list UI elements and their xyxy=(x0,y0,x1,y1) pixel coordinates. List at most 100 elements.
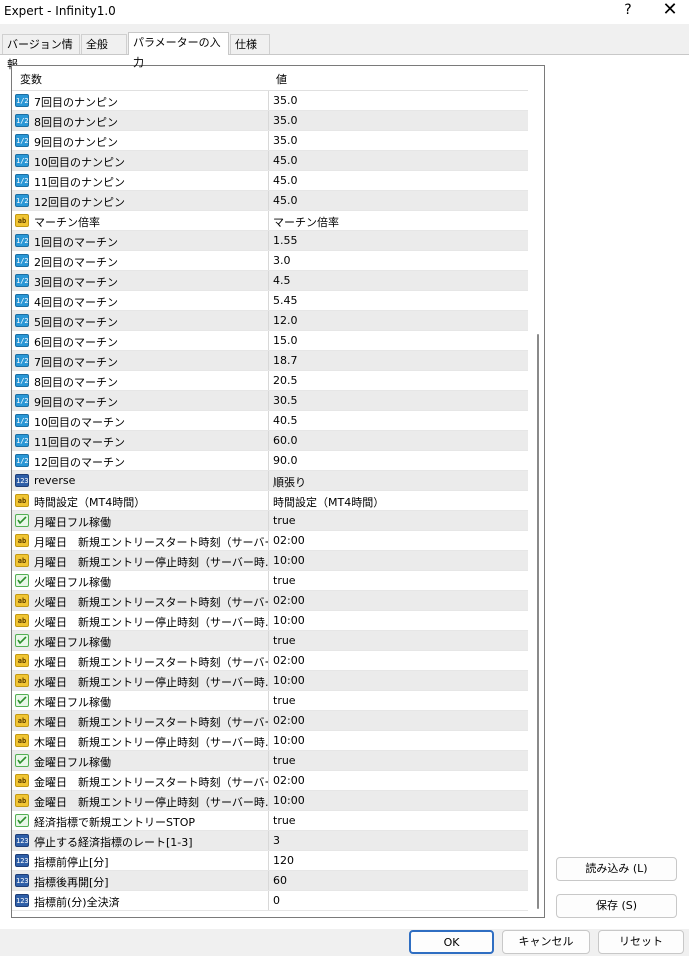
help-button[interactable]: ? xyxy=(618,1,638,21)
parameter-value[interactable]: 35.0 xyxy=(273,94,298,107)
parameter-row[interactable]: ab 金曜日 新規エントリースタート時刻（サーバー… 02:00 xyxy=(12,771,528,791)
tab-specification[interactable]: 仕様 xyxy=(230,34,270,54)
parameter-row[interactable]: 123 指標前停止[分] 120 xyxy=(12,851,528,871)
parameter-value[interactable]: 30.5 xyxy=(273,394,298,407)
parameter-row[interactable]: ab 火曜日 新規エントリースタート時刻（サーバー… 02:00 xyxy=(12,591,528,611)
tab-input-parameters[interactable]: パラメーターの入力 xyxy=(128,32,229,69)
parameter-row[interactable]: 1/2 9回目のナンピン 35.0 xyxy=(12,131,528,151)
parameter-row[interactable]: ab 水曜日 新規エントリー停止時刻（サーバー時… 10:00 xyxy=(12,671,528,691)
close-button[interactable]: ✕ xyxy=(658,1,682,21)
parameter-row[interactable]: ab 木曜日 新規エントリー停止時刻（サーバー時… 10:00 xyxy=(12,731,528,751)
parameter-value[interactable]: true xyxy=(273,814,296,827)
parameter-value[interactable]: true xyxy=(273,514,296,527)
parameter-value[interactable]: 20.5 xyxy=(273,374,298,387)
parameter-value[interactable]: 1.55 xyxy=(273,234,298,247)
parameter-value[interactable]: 10:00 xyxy=(273,554,305,567)
parameter-value[interactable]: 40.5 xyxy=(273,414,298,427)
parameter-value[interactable]: 3 xyxy=(273,834,280,847)
parameter-row[interactable]: 1/2 8回目のマーチン 20.5 xyxy=(12,371,528,391)
parameter-value[interactable]: 45.0 xyxy=(273,154,298,167)
parameter-value[interactable]: 02:00 xyxy=(273,774,305,787)
save-button[interactable]: 保存 (S) xyxy=(556,894,677,918)
parameter-value[interactable]: 時間設定（MT4時間） xyxy=(273,494,384,510)
parameter-value[interactable]: 10:00 xyxy=(273,614,305,627)
parameter-row[interactable]: ab 木曜日 新規エントリースタート時刻（サーバー… 02:00 xyxy=(12,711,528,731)
tab-version-info[interactable]: バージョン情報 xyxy=(2,34,80,71)
parameter-row[interactable]: 1/2 6回目のマーチン 15.0 xyxy=(12,331,528,351)
parameter-value[interactable]: 3.0 xyxy=(273,254,291,267)
parameter-row[interactable]: ab マーチン倍率 マーチン倍率 xyxy=(12,211,528,231)
parameter-row[interactable]: 123 停止する経済指標のレート[1-3] 3 xyxy=(12,831,528,851)
parameter-value[interactable]: マーチン倍率 xyxy=(273,214,339,230)
parameter-value[interactable]: 120 xyxy=(273,854,294,867)
parameter-value[interactable]: 4.5 xyxy=(273,274,291,287)
parameter-row[interactable]: 1/2 5回目のマーチン 12.0 xyxy=(12,311,528,331)
parameter-value[interactable]: 45.0 xyxy=(273,174,298,187)
parameter-value[interactable]: true xyxy=(273,574,296,587)
parameter-name-cell: 1/2 10回目のナンピン xyxy=(12,151,269,170)
parameter-row[interactable]: 1/2 12回目のマーチン 90.0 xyxy=(12,451,528,471)
parameter-row[interactable]: 水曜日フル稼働 true xyxy=(12,631,528,651)
parameter-row[interactable]: 1/2 11回目のマーチン 60.0 xyxy=(12,431,528,451)
parameter-row[interactable]: ab 金曜日 新規エントリー停止時刻（サーバー時… 10:00 xyxy=(12,791,528,811)
parameter-row[interactable]: 木曜日フル稼働 true xyxy=(12,691,528,711)
parameter-row[interactable]: 1/2 2回目のマーチン 3.0 xyxy=(12,251,528,271)
tab-general[interactable]: 全般 xyxy=(81,34,127,54)
parameter-value[interactable]: 10:00 xyxy=(273,794,305,807)
parameter-row[interactable]: ab 火曜日 新規エントリー停止時刻（サーバー時… 10:00 xyxy=(12,611,528,631)
parameter-row[interactable]: 1/2 8回目のナンピン 35.0 xyxy=(12,111,528,131)
header-value[interactable]: 値 xyxy=(276,71,287,87)
parameter-value[interactable]: 02:00 xyxy=(273,534,305,547)
parameter-row[interactable]: 123 指標前(分)全決済 0 xyxy=(12,891,528,911)
parameter-row[interactable]: 1/2 7回目のナンピン 35.0 xyxy=(12,91,528,111)
header-variable[interactable]: 変数 xyxy=(20,71,42,87)
parameter-value[interactable]: 18.7 xyxy=(273,354,298,367)
cancel-button[interactable]: キャンセル xyxy=(502,930,590,954)
parameter-row[interactable]: 123 reverse 順張り xyxy=(12,471,528,491)
vertical-scrollbar[interactable] xyxy=(532,66,544,917)
parameter-value[interactable]: 02:00 xyxy=(273,654,305,667)
parameter-value[interactable]: 10:00 xyxy=(273,674,305,687)
parameter-value[interactable]: true xyxy=(273,694,296,707)
parameter-row[interactable]: 1/2 12回目のナンピン 45.0 xyxy=(12,191,528,211)
parameter-value[interactable]: 60.0 xyxy=(273,434,298,447)
parameter-row[interactable]: 金曜日フル稼働 true xyxy=(12,751,528,771)
parameter-row[interactable]: ab 月曜日 新規エントリー停止時刻（サーバー時… 10:00 xyxy=(12,551,528,571)
scrollbar-thumb[interactable] xyxy=(537,334,539,909)
parameter-value[interactable]: 0 xyxy=(273,894,280,907)
parameter-row[interactable]: 1/2 4回目のマーチン 5.45 xyxy=(12,291,528,311)
parameter-value[interactable]: 12.0 xyxy=(273,314,298,327)
parameter-value[interactable]: 5.45 xyxy=(273,294,298,307)
parameter-value[interactable]: 35.0 xyxy=(273,114,298,127)
parameter-row[interactable]: 1/2 10回目のマーチン 40.5 xyxy=(12,411,528,431)
parameter-row[interactable]: 1/2 1回目のマーチン 1.55 xyxy=(12,231,528,251)
parameter-value[interactable]: true xyxy=(273,634,296,647)
parameter-value[interactable]: 60 xyxy=(273,874,287,887)
parameter-value[interactable]: 35.0 xyxy=(273,134,298,147)
parameter-value[interactable]: 順張り xyxy=(273,474,306,490)
parameter-value[interactable]: 10:00 xyxy=(273,734,305,747)
parameter-row[interactable]: 1/2 10回目のナンピン 45.0 xyxy=(12,151,528,171)
ok-button[interactable]: OK xyxy=(409,930,494,954)
parameter-value[interactable]: 02:00 xyxy=(273,714,305,727)
parameter-row[interactable]: 123 指標後再開[分] 60 xyxy=(12,871,528,891)
parameter-value[interactable]: 90.0 xyxy=(273,454,298,467)
parameter-name: 水曜日 新規エントリースタート時刻（サーバー… xyxy=(34,656,269,669)
parameter-row[interactable]: ab 月曜日 新規エントリースタート時刻（サーバー… 02:00 xyxy=(12,531,528,551)
parameter-value[interactable]: 15.0 xyxy=(273,334,298,347)
parameter-row[interactable]: 1/2 9回目のマーチン 30.5 xyxy=(12,391,528,411)
parameter-row[interactable]: ab 水曜日 新規エントリースタート時刻（サーバー… 02:00 xyxy=(12,651,528,671)
parameter-row[interactable]: 経済指標で新規エントリーSTOP true xyxy=(12,811,528,831)
parameter-row[interactable]: ab 時間設定（MT4時間） 時間設定（MT4時間） xyxy=(12,491,528,511)
reset-button[interactable]: リセット xyxy=(598,930,684,954)
parameter-value[interactable]: 45.0 xyxy=(273,194,298,207)
parameter-value[interactable]: true xyxy=(273,754,296,767)
parameter-row[interactable]: 1/2 7回目のマーチン 18.7 xyxy=(12,351,528,371)
parameter-row[interactable]: 1/2 3回目のマーチン 4.5 xyxy=(12,271,528,291)
parameter-row[interactable]: 月曜日フル稼働 true xyxy=(12,511,528,531)
parameter-row[interactable]: 1/2 11回目のナンピン 45.0 xyxy=(12,171,528,191)
parameter-row[interactable]: 火曜日フル稼働 true xyxy=(12,571,528,591)
parameter-value[interactable]: 02:00 xyxy=(273,594,305,607)
load-button[interactable]: 読み込み (L) xyxy=(556,857,677,881)
double-type-icon: 1/2 xyxy=(15,194,29,207)
